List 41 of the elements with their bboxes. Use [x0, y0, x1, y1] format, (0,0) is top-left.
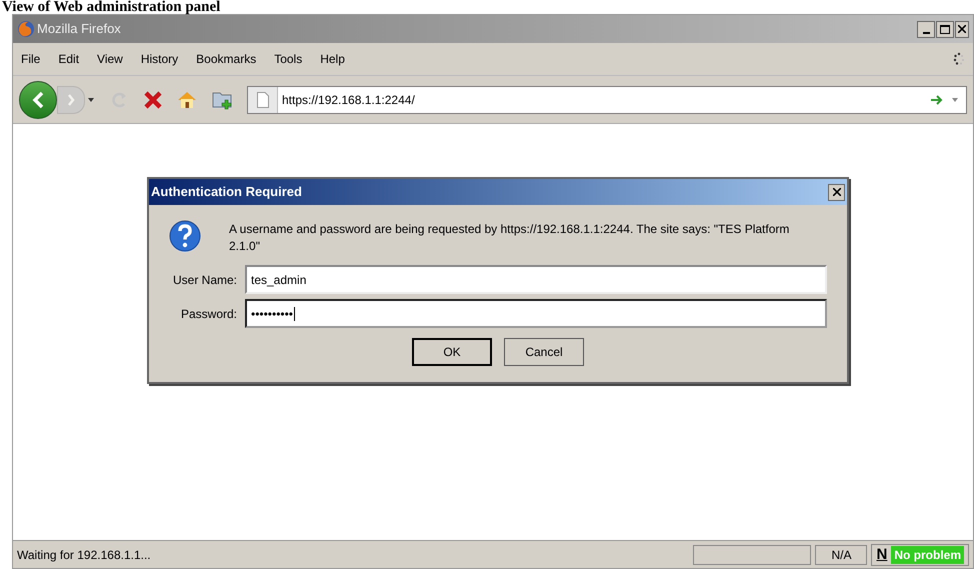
ok-button[interactable]: OK: [412, 338, 492, 366]
question-mark-icon: [169, 219, 201, 253]
field-label: Password:: [180, 306, 237, 322]
status-letter-icon: N: [876, 547, 888, 562]
menu-item[interactable]: Bookmarks: [196, 50, 256, 68]
dialog-title: Authentication Required: [151, 183, 302, 202]
menu-item[interactable]: File: [21, 50, 40, 68]
caret-icon: [88, 98, 94, 102]
password-field[interactable]: ••••••••••: [245, 299, 827, 328]
cancel-button[interactable]: Cancel: [504, 338, 584, 366]
field-label: User Name:: [172, 272, 237, 288]
minimize-icon: [922, 32, 930, 34]
house-icon: [177, 90, 197, 108]
dialog-close-button[interactable]: [828, 184, 845, 200]
close-icon: [832, 188, 840, 196]
maximize-icon: [940, 24, 950, 34]
caret-icon: [952, 98, 958, 102]
minimize-button[interactable]: [917, 20, 935, 38]
zone-indicator: N/A: [815, 544, 868, 564]
loading-throbber-icon: [953, 52, 965, 66]
url-text: https://192.168.1.1:2244/: [282, 92, 415, 108]
go-arrow-icon: [930, 94, 944, 106]
status-text: Waiting for 192.168.1.1...: [17, 546, 152, 564]
caption: View of Web administration panel: [1, 0, 222, 14]
maximize-button[interactable]: [936, 20, 954, 38]
close-icon: [958, 25, 966, 33]
username-field[interactable]: tes_admin: [245, 265, 827, 294]
address-bar[interactable]: https://192.168.1.1:2244/: [247, 86, 967, 114]
menu-item[interactable]: History: [140, 50, 178, 68]
page-icon: [256, 92, 268, 108]
back-button[interactable]: [19, 80, 57, 118]
menu-item[interactable]: Edit: [58, 50, 80, 68]
stop-icon: [143, 90, 163, 110]
browser-logo-icon: [17, 20, 35, 38]
menu-item[interactable]: Tools: [274, 50, 302, 68]
close-button[interactable]: [955, 20, 969, 38]
menu-item[interactable]: View: [97, 50, 123, 68]
menu-item[interactable]: Help: [320, 50, 345, 68]
window-title: Mozilla Firefox: [37, 20, 121, 38]
dialog-message: A username and password are being requested by https://192.168.1.1:2244. The site says: "TES Platform 2.1.0": [229, 221, 790, 255]
status-badge: No problem: [891, 546, 964, 564]
